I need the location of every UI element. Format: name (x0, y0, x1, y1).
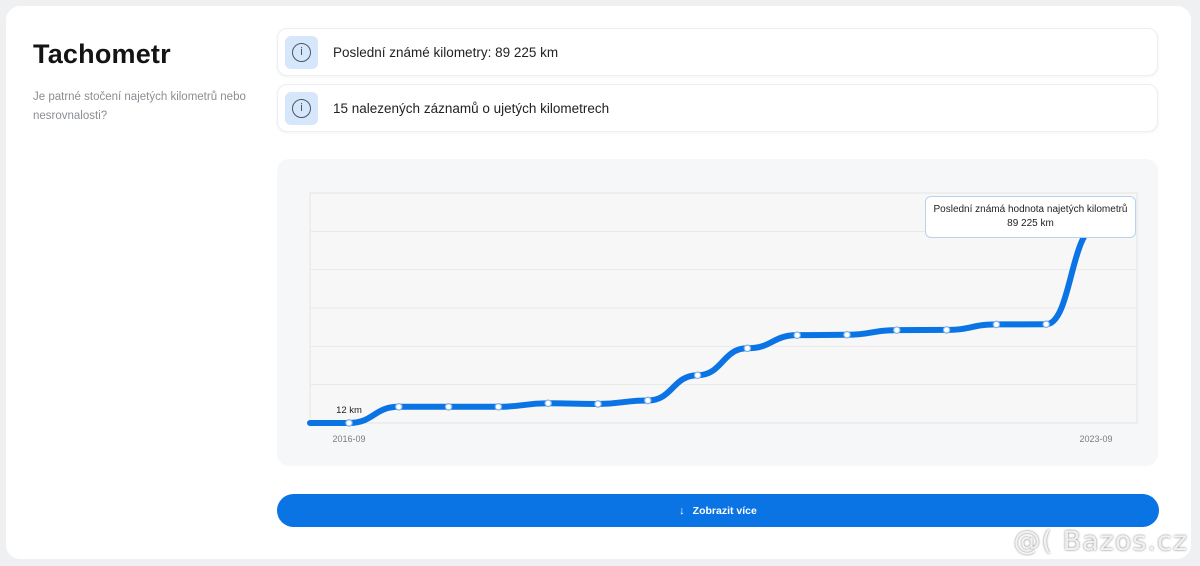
data-point (594, 400, 602, 408)
info-icon: i (285, 35, 318, 69)
data-point (793, 331, 802, 339)
info-icon: i (285, 91, 318, 125)
show-more-button[interactable]: ↓ Zobrazit více (277, 494, 1159, 527)
x-tick-label: 2016-09 (332, 434, 365, 444)
info-row-last-km: i Poslední známé kilometry: 89 225 km (277, 28, 1158, 76)
data-point (942, 326, 951, 334)
info-row-records: i 15 nalezených záznamů o ujetých kilome… (277, 84, 1158, 132)
data-point (693, 371, 702, 380)
tooltip-line2: 89 225 km (1007, 218, 1054, 229)
arrow-down-icon: ↓ (679, 504, 685, 517)
show-more-label: Zobrazit více (692, 504, 757, 517)
data-point (892, 326, 901, 334)
data-point (444, 402, 453, 411)
mileage-chart: 12 km 2016-09 2023-09 Poslední známá hodno… (277, 159, 1158, 466)
data-point (544, 399, 553, 408)
data-point (643, 396, 652, 405)
info-text: Poslední známé kilometry: 89 225 km (333, 44, 559, 60)
section-title: Tachometr (33, 39, 171, 69)
tooltip-line1: Poslední známá hodnota najetých kilometr… (933, 204, 1128, 215)
data-point (345, 419, 353, 427)
section-header: Tachometr Je patrné stočení najetých kil… (33, 39, 258, 126)
data-point (494, 402, 503, 411)
section-subtitle: Je patrné stočení najetých kilometrů neb… (33, 91, 246, 122)
bazos-watermark: @( Bazos.cz (1013, 526, 1188, 557)
data-point (1042, 320, 1051, 329)
data-point (743, 344, 752, 353)
info-text: 15 nalezených záznamů o ujetých kilometr… (333, 100, 610, 116)
chart-tooltip: Poslední známá hodnota najetých kilometr… (925, 196, 1136, 238)
first-point-label: 12 km (336, 405, 362, 416)
data-point (992, 320, 1001, 329)
data-point (395, 402, 403, 411)
x-tick-label: 2023-09 (1079, 434, 1112, 444)
data-point (843, 330, 851, 339)
